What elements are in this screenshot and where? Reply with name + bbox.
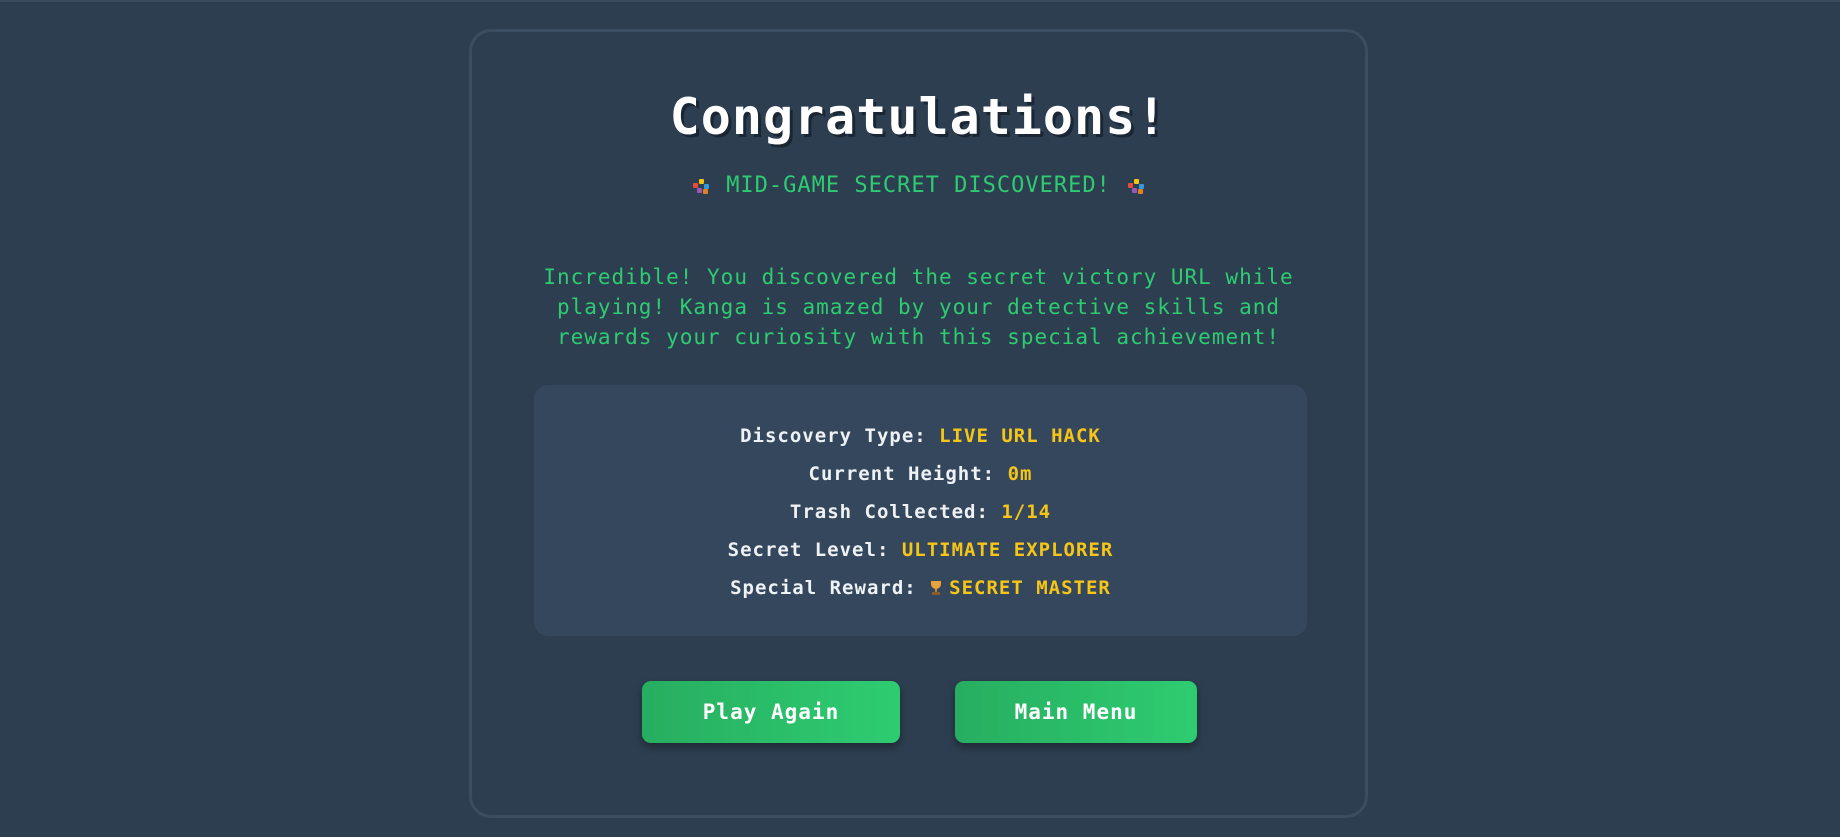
stat-label: Special Reward: — [730, 577, 917, 599]
confetti-icon — [692, 177, 710, 195]
stat-discovery-type: Discovery Type: LIVE URL HACK — [534, 417, 1307, 455]
stat-value: 1/14 — [1001, 501, 1052, 523]
stat-value: ULTIMATE EXPLORER — [901, 539, 1114, 561]
victory-message: Incredible! You discovered the secret vi… — [543, 265, 1294, 349]
stat-trash-collected: Trash Collected: 1/14 — [534, 493, 1307, 531]
page-title: Congratulations! — [669, 88, 1168, 146]
stat-current-height: Current Height: 0m — [534, 455, 1307, 493]
play-again-button[interactable]: Play Again — [642, 681, 900, 743]
stat-value: SECRET MASTER — [949, 577, 1111, 599]
stat-secret-level: Secret Level: ULTIMATE EXPLORER — [534, 531, 1307, 569]
stat-value: LIVE URL HACK — [939, 425, 1101, 447]
main-menu-button[interactable]: Main Menu — [955, 681, 1197, 743]
victory-card: Congratulations! MID-GAME SECRET DISCOVE… — [469, 29, 1368, 818]
trophy-icon — [929, 580, 943, 596]
stat-label: Discovery Type: — [740, 425, 927, 447]
subtitle-text: MID-GAME SECRET DISCOVERED! — [726, 173, 1111, 198]
stats-panel: Discovery Type: LIVE URL HACK Current He… — [534, 385, 1307, 636]
stat-special-reward: Special Reward: SECRET MASTER — [534, 569, 1307, 607]
stat-label: Trash Collected: — [789, 501, 989, 523]
top-edge-line — [0, 0, 1840, 2]
stat-value: 0m — [1007, 463, 1033, 485]
secret-subtitle: MID-GAME SECRET DISCOVERED! — [472, 173, 1365, 198]
confetti-icon — [1127, 177, 1145, 195]
stat-label: Secret Level: — [727, 539, 890, 561]
stat-label: Current Height: — [808, 463, 996, 485]
